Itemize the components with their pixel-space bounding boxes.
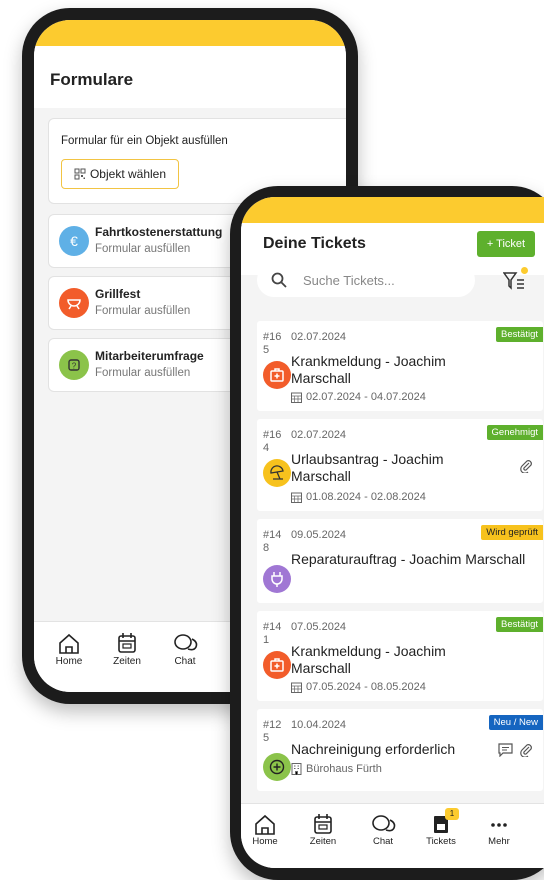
form-item-title: Fahrtkostenerstattung (95, 225, 223, 239)
tickets-screen: Deine Tickets + Ticket Suche Tickets... … (241, 197, 544, 868)
svg-text:?: ? (72, 362, 77, 371)
nav-label: Zeiten (309, 836, 337, 847)
ticket-range: 01.08.2024 - 02.08.2024 (291, 491, 426, 503)
beach-umbrella-icon (263, 459, 291, 487)
attachment-icon (520, 744, 532, 757)
ticket-range-text: 02.07.2024 - 04.07.2024 (306, 391, 426, 403)
plus-circle-icon (263, 753, 291, 781)
ticket-number: #12 5 (263, 719, 282, 744)
filter-active-dot (521, 267, 528, 274)
ticket-date: 02.07.2024 (291, 331, 347, 343)
nav-label: Zeiten (113, 656, 141, 667)
ticket-number: #16 5 (263, 331, 282, 356)
bottom-navigation: Home Zeiten Chat 1 Tickets Mehr (241, 803, 544, 868)
calendar-icon (291, 682, 302, 693)
nav-home[interactable]: Home (44, 630, 94, 667)
status-badge: Wird geprüft (481, 525, 543, 540)
nav-mehr[interactable]: Mehr (477, 812, 521, 847)
chat-icon (174, 634, 198, 651)
ticket-number: #14 8 (263, 529, 282, 554)
page-title: Formulare (50, 70, 134, 89)
ticket-range-text: 07.05.2024 - 08.05.2024 (306, 681, 426, 693)
nav-chat[interactable]: Chat (160, 630, 210, 667)
nav-chat[interactable]: Chat (361, 812, 405, 847)
nav-zeiten[interactable]: Zeiten (301, 812, 345, 847)
status-badge: Neu / New (488, 715, 543, 730)
filter-icon[interactable] (503, 271, 525, 291)
attachment-icon (520, 460, 532, 473)
nav-label: Home (252, 836, 278, 847)
home-icon (59, 633, 79, 654)
home-icon (255, 814, 275, 835)
search-input[interactable]: Suche Tickets... (257, 263, 475, 297)
ticket-card[interactable]: #16 5 02.07.2024 Bestätigt Krankmeldung … (257, 321, 543, 411)
ticket-location-text: Bürohaus Fürth (306, 763, 382, 775)
select-object-button[interactable]: Objekt wählen (61, 159, 179, 189)
form-item-subtitle: Formular ausfüllen (95, 243, 191, 255)
ticket-date: 07.05.2024 (291, 621, 347, 633)
chat-icon (372, 815, 396, 832)
ticket-location: Bürohaus Fürth (291, 763, 382, 775)
qr-code-icon (74, 168, 86, 180)
nav-label: Chat (174, 656, 196, 667)
status-badge: Genehmigt (486, 425, 543, 440)
calendar-icon (314, 814, 332, 834)
status-badge: Bestätigt (496, 327, 543, 342)
medical-icon (263, 651, 291, 679)
select-object-label: Objekt wählen (89, 167, 167, 181)
ticket-title: Krankmeldung - Joachim Marschall (291, 353, 446, 386)
tickets-phone: Deine Tickets + Ticket Suche Tickets... … (230, 186, 544, 880)
grill-icon (59, 288, 89, 318)
forms-header: Formulare (34, 46, 346, 108)
ticket-range: 07.05.2024 - 08.05.2024 (291, 681, 426, 693)
form-item-title: Mitarbeiterumfrage (95, 349, 204, 363)
ticket-title: Nachreinigung erforderlich (291, 741, 456, 757)
form-item-subtitle: Formular ausfüllen (95, 305, 191, 317)
ticket-card[interactable]: #14 8 09.05.2024 Wird geprüft Reparatura… (257, 519, 543, 603)
nav-label: Chat (372, 836, 394, 847)
tickets-count-badge: 1 (445, 808, 459, 820)
nav-tickets[interactable]: 1 Tickets (419, 808, 463, 847)
building-icon (291, 763, 302, 775)
calendar-icon (291, 392, 302, 403)
nav-label: Home (55, 656, 83, 667)
calendar-icon (118, 633, 136, 653)
status-bar (241, 197, 544, 223)
ticket-date: 02.07.2024 (291, 429, 347, 441)
new-ticket-button[interactable]: + Ticket (477, 231, 535, 257)
search-icon (271, 272, 287, 288)
comment-icon (498, 743, 513, 757)
nav-label: Tickets (426, 836, 456, 847)
ticket-title: Reparaturauftrag - Joachim Marschall (291, 551, 526, 567)
ticket-number: #14 1 (263, 621, 282, 646)
form-item-subtitle: Formular ausfüllen (95, 367, 191, 379)
ticket-range: 02.07.2024 - 04.07.2024 (291, 391, 426, 403)
nav-zeiten[interactable]: Zeiten (102, 630, 152, 667)
nav-label: Mehr (488, 836, 510, 847)
euro-icon: € (59, 226, 89, 256)
object-form-label: Formular für ein Objekt ausfüllen (61, 135, 228, 147)
ticket-number: #16 4 (263, 429, 282, 454)
page-title: Deine Tickets (263, 235, 366, 252)
ticket-title: Urlaubsantrag - Joachim Marschall (291, 451, 444, 484)
survey-icon: ? (59, 350, 89, 380)
plug-icon (263, 565, 291, 593)
ticket-title: Krankmeldung - Joachim Marschall (291, 643, 446, 676)
status-bar (34, 20, 346, 46)
status-badge: Bestätigt (496, 617, 543, 632)
nav-home[interactable]: Home (243, 812, 287, 847)
form-item-title: Grillfest (95, 287, 141, 301)
ticket-card[interactable]: #14 1 07.05.2024 Bestätigt Krankmeldung … (257, 611, 543, 701)
calendar-icon (291, 492, 302, 503)
ticket-date: 10.04.2024 (291, 719, 347, 731)
ticket-card[interactable]: #12 5 10.04.2024 Neu / New Nachreinigung… (257, 709, 543, 791)
more-icon (491, 823, 507, 827)
ticket-date: 09.05.2024 (291, 529, 347, 541)
ticket-range-text: 01.08.2024 - 02.08.2024 (306, 491, 426, 503)
search-placeholder: Suche Tickets... (303, 272, 395, 288)
ticket-card[interactable]: #16 4 02.07.2024 Genehmigt Urlaubsantrag… (257, 419, 543, 511)
medical-icon (263, 361, 291, 389)
